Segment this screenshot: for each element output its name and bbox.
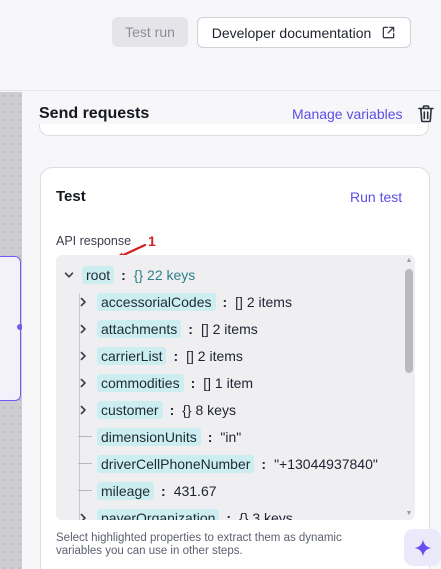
key-separator: :: [121, 266, 126, 283]
tree-key[interactable]: accessorialCodes: [97, 292, 216, 311]
test-card: Test Run test API response 1 root : {} 2…: [40, 167, 430, 569]
tree-value: [] 1 item: [203, 374, 254, 391]
tree-row[interactable]: dimensionUnits: "in": [78, 423, 241, 450]
api-response-tree: root : {} 22 keys accessorialCodes: [] 2 …: [56, 255, 415, 520]
tree-value: {} 8 keys: [182, 401, 236, 418]
chevron-right-icon[interactable]: [78, 297, 88, 307]
tree-row[interactable]: customer: {} 8 keys: [78, 396, 236, 423]
sparkle-icon: [414, 539, 431, 556]
annotation-number: 1: [148, 233, 156, 249]
tree-key[interactable]: payerOrganization: [97, 508, 220, 520]
tree-value: [] 2 items: [235, 293, 292, 310]
tree-row[interactable]: driverCellPhoneNumber: "+13044937840": [78, 450, 378, 477]
tree-key[interactable]: customer: [97, 400, 163, 419]
chevron-right-icon[interactable]: [78, 351, 88, 361]
key-separator: :: [169, 401, 175, 418]
key-separator: :: [161, 482, 166, 499]
developer-documentation-label: Developer documentation: [211, 24, 372, 41]
tree-row[interactable]: payerOrganization: {} 3 keys: [78, 504, 293, 520]
tree-key-root[interactable]: root: [82, 265, 115, 284]
key-separator: :: [173, 347, 179, 364]
tree-key[interactable]: mileage: [97, 481, 155, 500]
tree-row[interactable]: attachments: [] 2 items: [78, 315, 258, 342]
tree-value: [] 2 items: [186, 347, 243, 364]
previous-card: [39, 124, 429, 136]
scroll-thumb[interactable]: [405, 269, 413, 373]
manage-variables-link[interactable]: Manage variables: [292, 106, 403, 122]
step-panel: Send requests Manage variables Test Run …: [22, 92, 441, 569]
test-card-title: Test: [56, 188, 86, 205]
trash-icon[interactable]: [417, 104, 435, 123]
tree-key[interactable]: carrierList: [97, 346, 167, 365]
chevron-right-icon[interactable]: [78, 324, 88, 334]
developer-documentation-button[interactable]: Developer documentation: [197, 17, 411, 48]
tree-leaf-connector: [78, 490, 92, 491]
tree-row[interactable]: mileage:431.67: [78, 477, 217, 504]
tree-key[interactable]: driverCellPhoneNumber: [97, 454, 255, 473]
tree-value: "+13044937840": [274, 455, 378, 472]
tree-row[interactable]: commodities: [] 1 item: [78, 369, 253, 396]
chevron-down-icon[interactable]: [64, 270, 74, 280]
chevron-right-icon[interactable]: [78, 378, 88, 388]
chevron-right-icon[interactable]: [78, 513, 88, 521]
ai-assistant-button[interactable]: [404, 529, 441, 566]
tree-row[interactable]: accessorialCodes: [] 2 items: [78, 288, 292, 315]
tree-key[interactable]: dimensionUnits: [97, 427, 201, 446]
tree-leaf-connector: [78, 436, 92, 437]
tree-key[interactable]: commodities: [97, 373, 184, 392]
scroll-down-icon[interactable]: ▼: [405, 510, 413, 517]
tree-value: {} 3 keys: [239, 509, 293, 521]
key-separator: :: [207, 428, 213, 445]
selection-hint: Select highlighted properties to extract…: [56, 532, 342, 557]
tree-key[interactable]: attachments: [97, 319, 182, 338]
run-test-button[interactable]: Run test: [350, 189, 402, 205]
key-separator: :: [226, 509, 232, 521]
key-separator: :: [190, 374, 196, 391]
tree-row[interactable]: carrierList: [] 2 items: [78, 342, 243, 369]
panel-title: Send requests: [39, 105, 150, 122]
tree-row-root[interactable]: root : {} 22 keys: [64, 261, 195, 288]
tree-meta-root: {} 22 keys: [133, 266, 196, 283]
key-separator: :: [188, 320, 193, 337]
top-toolbar: Test run Developer documentation: [0, 0, 441, 91]
key-separator: :: [222, 293, 228, 310]
external-link-icon: [382, 26, 395, 39]
tree-value: 431.67: [173, 482, 217, 499]
tree-value: "in": [220, 428, 242, 445]
tree-value: [] 2 items: [200, 320, 258, 337]
scroll-up-icon[interactable]: ▲: [405, 257, 413, 264]
tree-leaf-connector: [78, 463, 92, 464]
chevron-right-icon[interactable]: [78, 405, 88, 415]
test-run-button[interactable]: Test run: [112, 17, 188, 47]
key-separator: :: [261, 455, 267, 472]
